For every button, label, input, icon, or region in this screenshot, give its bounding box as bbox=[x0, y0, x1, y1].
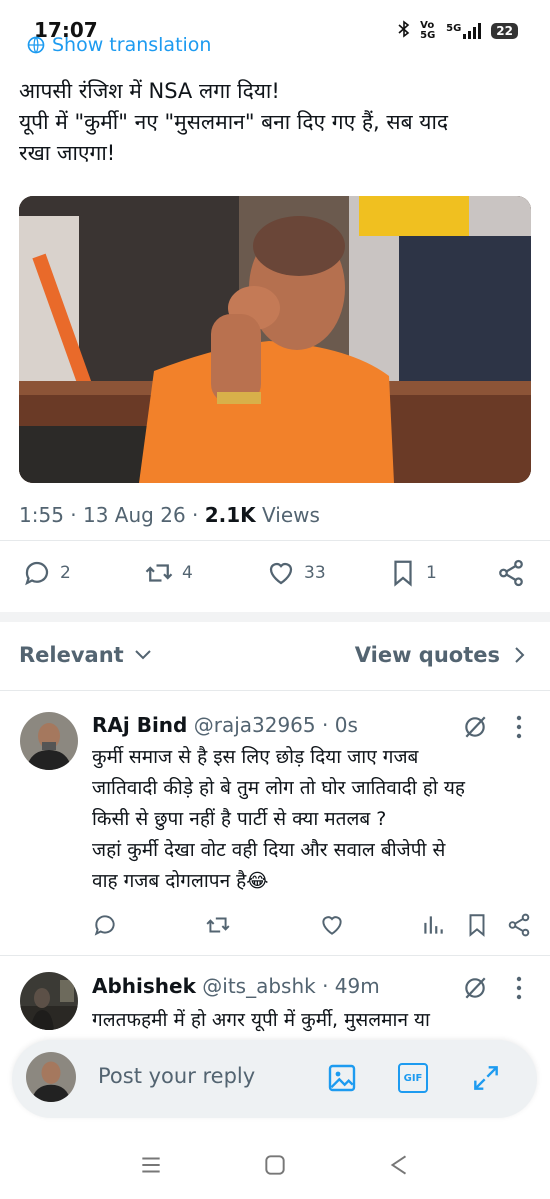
chevron-down-icon bbox=[134, 650, 151, 660]
volte-indicator: Vo 5G bbox=[420, 20, 436, 41]
signal-icon: 5G bbox=[446, 23, 482, 39]
divider bbox=[0, 955, 550, 956]
reply-button[interactable]: 2 bbox=[22, 558, 71, 588]
home-icon[interactable] bbox=[262, 1152, 288, 1178]
repost-button[interactable]: 4 bbox=[144, 558, 193, 588]
network-type: 5G bbox=[446, 23, 462, 34]
tweet-text: आपसी रंजिश में NSA लगा दिया! यूपी में "क… bbox=[19, 76, 534, 169]
reply-line: कुर्मी समाज से है इस लिए छोड़ दिया जाए ग… bbox=[92, 746, 419, 768]
divider bbox=[0, 690, 550, 691]
analytics-icon[interactable] bbox=[420, 912, 446, 938]
divider bbox=[0, 540, 550, 541]
more-icon[interactable] bbox=[515, 714, 523, 740]
author-handle: @raja32965 bbox=[193, 713, 316, 737]
meta-separator: · bbox=[192, 503, 199, 527]
tweet-photo[interactable] bbox=[19, 196, 531, 483]
gif-label: GIF bbox=[403, 1072, 423, 1084]
grok-icon[interactable] bbox=[462, 975, 488, 1001]
tweet-time: 1:55 bbox=[19, 503, 64, 527]
view-quotes-link[interactable]: View quotes bbox=[355, 643, 526, 667]
reply-item[interactable]: Abhishek @its_abshk · 49m गलतफहमी में हो… bbox=[0, 960, 550, 1040]
meta-separator: · bbox=[322, 974, 329, 998]
show-translation-link[interactable]: Show translation bbox=[26, 34, 211, 56]
bookmark-count: 1 bbox=[426, 563, 437, 583]
like-button[interactable]: 33 bbox=[266, 558, 326, 588]
reply-time: 49m bbox=[334, 974, 380, 998]
repost-icon bbox=[145, 564, 173, 582]
image-icon[interactable] bbox=[326, 1062, 358, 1094]
reply-count: 2 bbox=[60, 563, 71, 583]
composer-placeholder[interactable]: Post your reply bbox=[98, 1064, 255, 1088]
status-icons: Vo 5G 5G 22 bbox=[398, 20, 518, 42]
reply-icon[interactable] bbox=[92, 912, 118, 938]
views-count: 2.1K bbox=[204, 503, 256, 527]
gif-button[interactable]: GIF bbox=[398, 1063, 428, 1093]
reply-line: वाह गजब दोगलापन है😂 bbox=[92, 870, 269, 892]
back-icon[interactable] bbox=[386, 1152, 412, 1178]
bookmark-button[interactable]: 1 bbox=[388, 558, 437, 588]
repost-icon[interactable] bbox=[205, 912, 231, 938]
meta-separator: · bbox=[322, 713, 329, 737]
share-button[interactable] bbox=[496, 558, 526, 588]
reply-icon bbox=[25, 561, 49, 586]
filter-label: Relevant bbox=[19, 643, 124, 667]
reply-text: गलतफहमी में हो अगर यूपी में कुर्मी, मुसल… bbox=[92, 1005, 537, 1036]
reply-line: गलतफहमी में हो अगर यूपी में कुर्मी, मुसल… bbox=[92, 1009, 430, 1031]
grok-icon[interactable] bbox=[462, 714, 488, 740]
more-icon[interactable] bbox=[515, 975, 523, 1001]
reply-line: किसी से छुपा नहीं है पार्टी से क्या मतलब… bbox=[92, 808, 387, 830]
meta-separator: · bbox=[70, 503, 77, 527]
recent-apps-icon[interactable] bbox=[138, 1152, 164, 1178]
reply-actions bbox=[92, 912, 532, 940]
bookmark-icon[interactable] bbox=[464, 912, 490, 938]
tweet-line: रखा जाएगा! bbox=[19, 141, 116, 165]
views-label: Views bbox=[262, 503, 320, 527]
share-icon[interactable] bbox=[506, 912, 532, 938]
like-count: 33 bbox=[304, 563, 326, 583]
bookmark-icon bbox=[394, 560, 412, 587]
tweet-meta: 1:55 · 13 Aug 26 · 2.1K Views bbox=[19, 503, 320, 527]
globe-icon bbox=[27, 36, 45, 54]
tweet-actions: 2 4 33 1 bbox=[22, 558, 530, 594]
reply-text: कुर्मी समाज से है इस लिए छोड़ दिया जाए ग… bbox=[92, 742, 537, 897]
reply-header: RAj Bind @raja32965 · 0s bbox=[92, 713, 358, 737]
composer-avatar bbox=[26, 1052, 76, 1102]
section-divider bbox=[0, 612, 550, 622]
chevron-right-icon bbox=[515, 647, 525, 663]
tweet-line: आपसी रंजिश में NSA लगा दिया! bbox=[19, 79, 280, 103]
reply-composer[interactable]: Post your reply GIF bbox=[12, 1040, 537, 1118]
author-handle: @its_abshk bbox=[202, 974, 316, 998]
reply-header: Abhishek @its_abshk · 49m bbox=[92, 974, 380, 998]
heart-icon[interactable] bbox=[319, 912, 345, 938]
heart-icon bbox=[269, 562, 293, 585]
system-navbar bbox=[0, 1130, 550, 1199]
author-name[interactable]: RAj Bind bbox=[92, 713, 187, 737]
reply-time: 0s bbox=[334, 713, 358, 737]
tweet-date: 13 Aug 26 bbox=[83, 503, 186, 527]
share-icon bbox=[499, 559, 523, 587]
reply-item[interactable]: RAj Bind @raja32965 · 0s कुर्मी समाज से … bbox=[0, 700, 550, 950]
avatar[interactable] bbox=[20, 972, 78, 1030]
reply-line: जातिवादी कीड़े हो बे तुम लोग तो घोर जाति… bbox=[92, 777, 465, 799]
view-quotes-label: View quotes bbox=[354, 643, 500, 667]
show-translation-label: Show translation bbox=[52, 34, 212, 56]
author-name[interactable]: Abhishek bbox=[92, 974, 196, 998]
avatar[interactable] bbox=[20, 712, 78, 770]
relevance-filter[interactable]: Relevant bbox=[19, 643, 152, 667]
tweet-line: यूपी में "कुर्मी" नए "मुसलमान" बना दिए ग… bbox=[19, 110, 449, 134]
repost-count: 4 bbox=[182, 563, 193, 583]
battery-indicator: 22 bbox=[491, 23, 518, 39]
reply-line: जहां कुर्मी देखा वोट वही दिया और सवाल बी… bbox=[92, 839, 446, 861]
photo-illustration bbox=[19, 196, 531, 483]
bluetooth-icon bbox=[398, 20, 410, 42]
expand-icon[interactable] bbox=[470, 1062, 502, 1094]
